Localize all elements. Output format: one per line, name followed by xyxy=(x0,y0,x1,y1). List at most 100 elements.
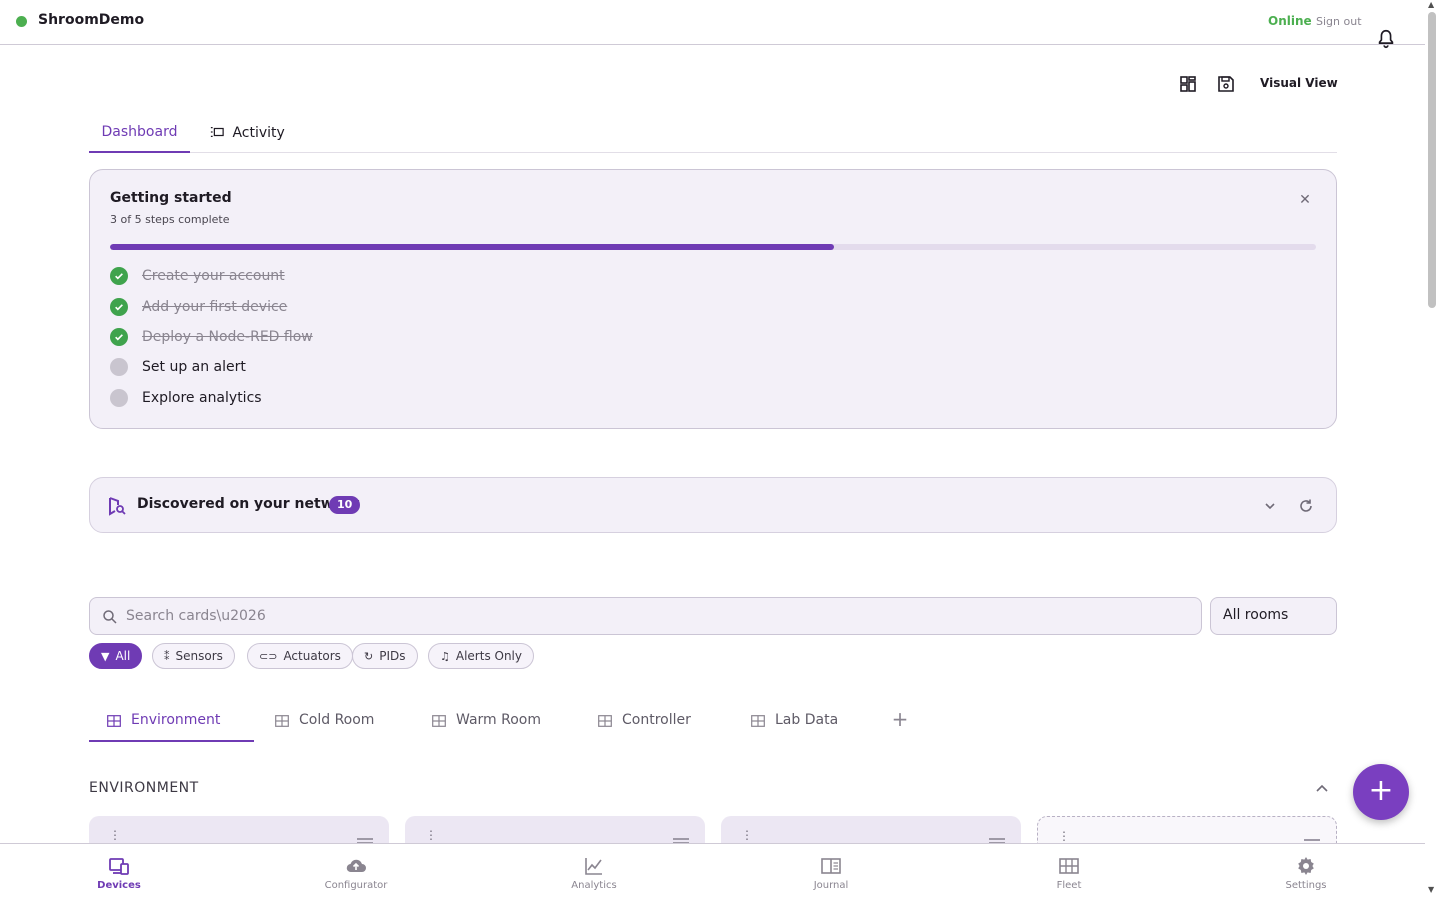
add-tab-icon[interactable]: + xyxy=(891,709,909,729)
nav-label: Configurator xyxy=(324,880,388,891)
tab-label: Controller xyxy=(622,712,691,728)
filter-chip-label: PIDs xyxy=(379,649,406,663)
nav-configurator[interactable]: Configurator xyxy=(296,844,416,900)
filter-chip-label: Alerts Only xyxy=(455,649,522,663)
tab-activity-label: Activity xyxy=(232,125,285,141)
tab-cold-room[interactable]: Cold Room xyxy=(275,700,415,742)
kebab-menu-icon[interactable]: ⋮ xyxy=(109,829,121,841)
room-tabs: Environment Cold Room Warm Room Controll… xyxy=(89,700,1337,742)
nav-fleet[interactable]: Fleet xyxy=(1009,844,1129,900)
search-input[interactable] xyxy=(126,598,1186,634)
scroll-up-arrow[interactable]: ▲ xyxy=(1428,0,1437,9)
tab-label: Lab Data xyxy=(775,712,839,728)
progress-bar xyxy=(110,244,1316,250)
online-status: Online xyxy=(1268,14,1312,28)
kebab-menu-icon[interactable]: ⋮ xyxy=(741,829,753,841)
status-dot xyxy=(16,16,27,27)
bell-icon: ♫ xyxy=(440,649,450,663)
filter-chip-alerts[interactable]: ♫ Alerts Only xyxy=(428,643,534,669)
sensor-icon: ⁑ xyxy=(164,649,170,663)
chevron-down-icon[interactable] xyxy=(1260,496,1280,516)
getting-started-title: Getting started xyxy=(110,190,232,206)
devices-icon xyxy=(109,858,129,875)
filter-chip-label: All xyxy=(115,649,131,663)
step-label: Add your first device xyxy=(142,299,288,315)
step-label: Set up an alert xyxy=(142,359,246,375)
toggle-icon: ⊂⊃ xyxy=(259,649,278,663)
tab-activity[interactable]: Activity xyxy=(210,110,300,153)
tab-label: Warm Room xyxy=(456,712,541,728)
tab-dashboard[interactable]: Dashboard xyxy=(89,110,190,153)
nav-label: Analytics xyxy=(571,880,617,891)
grid-icon xyxy=(598,715,612,727)
tab-dashboard-label: Dashboard xyxy=(101,124,178,140)
filter-chip-label: Sensors xyxy=(175,649,223,663)
filter-chip-sensors[interactable]: ⁑ Sensors xyxy=(152,643,235,669)
check-circle-icon xyxy=(110,267,128,285)
loop-icon: ↻ xyxy=(364,649,374,663)
nav-label: Journal xyxy=(813,880,849,891)
step-item: Create your account xyxy=(110,265,285,287)
search-box xyxy=(89,597,1202,635)
add-card-button[interactable]: + xyxy=(1353,764,1409,820)
nav-settings[interactable]: Settings xyxy=(1246,844,1366,900)
step-item[interactable]: Set up an alert xyxy=(110,356,246,378)
kebab-menu-icon[interactable]: ⋮ xyxy=(1058,830,1070,842)
gear-icon xyxy=(1298,857,1314,875)
rooms-select[interactable]: All rooms xyxy=(1210,597,1337,635)
discovered-network-card[interactable]: Discovered on your network 10 xyxy=(89,477,1337,533)
nav-label: Settings xyxy=(1285,880,1327,891)
main-tabs: Dashboard Activity xyxy=(89,110,1337,153)
pending-circle-icon xyxy=(110,358,128,376)
check-circle-icon xyxy=(110,328,128,346)
close-icon[interactable]: ✕ xyxy=(1297,192,1313,208)
check-circle-icon xyxy=(110,298,128,316)
nav-analytics[interactable]: Analytics xyxy=(534,844,654,900)
sign-out-link[interactable]: Sign out xyxy=(1316,15,1362,28)
filter-chip-all[interactable]: ▼ All xyxy=(89,643,143,669)
nav-devices[interactable]: Devices xyxy=(59,844,179,900)
step-label: Deploy a Node-RED flow xyxy=(142,329,313,345)
tab-label: Environment xyxy=(131,712,221,728)
app-root: ShroomDemo Online Sign out ▲ ▼ Visual Vi… xyxy=(0,0,1440,900)
book-icon xyxy=(821,858,841,874)
search-icon xyxy=(103,610,117,624)
scroll-down-arrow[interactable]: ▼ xyxy=(1428,885,1437,894)
app-name: ShroomDemo xyxy=(38,12,145,28)
chevron-up-icon[interactable] xyxy=(1313,781,1331,797)
scrollbar-thumb[interactable] xyxy=(1428,12,1436,308)
tab-warm-room[interactable]: Warm Room xyxy=(432,700,572,742)
step-item[interactable]: Explore analytics xyxy=(110,387,262,409)
bell-icon[interactable] xyxy=(1375,28,1397,50)
visual-view-button[interactable]: Visual View xyxy=(1260,76,1338,90)
discovered-count-badge: 10 xyxy=(329,496,361,514)
grid-icon xyxy=(432,715,446,727)
kebab-menu-icon[interactable]: ⋮ xyxy=(425,829,437,841)
filter-chip-actuators[interactable]: ⊂⊃ Actuators xyxy=(247,643,353,669)
layout-icon[interactable] xyxy=(1178,74,1198,94)
filter-chip-label: Actuators xyxy=(283,649,341,663)
filter-icon: ▼ xyxy=(101,649,110,663)
tab-lab-data[interactable]: Lab Data xyxy=(751,700,871,742)
tab-environment[interactable]: Environment xyxy=(89,700,254,742)
step-label: Create your account xyxy=(142,268,285,284)
tab-controller[interactable]: Controller xyxy=(598,700,728,742)
top-bar: ShroomDemo Online Sign out xyxy=(0,0,1425,49)
filter-chip-pids[interactable]: ↻ PIDs xyxy=(352,643,418,669)
step-label: Explore analytics xyxy=(142,390,262,406)
save-icon[interactable] xyxy=(1216,74,1236,94)
getting-started-subtitle: 3 of 5 steps complete xyxy=(110,213,230,226)
step-item: Add your first device xyxy=(110,296,287,318)
section-title: ENVIRONMENT xyxy=(89,780,199,796)
activity-icon xyxy=(210,127,224,137)
grid-icon xyxy=(107,715,121,727)
grid-icon xyxy=(1059,858,1079,874)
grid-icon xyxy=(275,715,289,727)
getting-started-card: Getting started 3 of 5 steps complete ✕ … xyxy=(89,169,1337,429)
cloud-upload-icon xyxy=(346,859,366,873)
grid-icon xyxy=(751,715,765,727)
chart-icon xyxy=(585,858,602,875)
refresh-icon[interactable] xyxy=(1296,496,1316,516)
nav-journal[interactable]: Journal xyxy=(771,844,891,900)
tab-label: Cold Room xyxy=(299,712,375,728)
